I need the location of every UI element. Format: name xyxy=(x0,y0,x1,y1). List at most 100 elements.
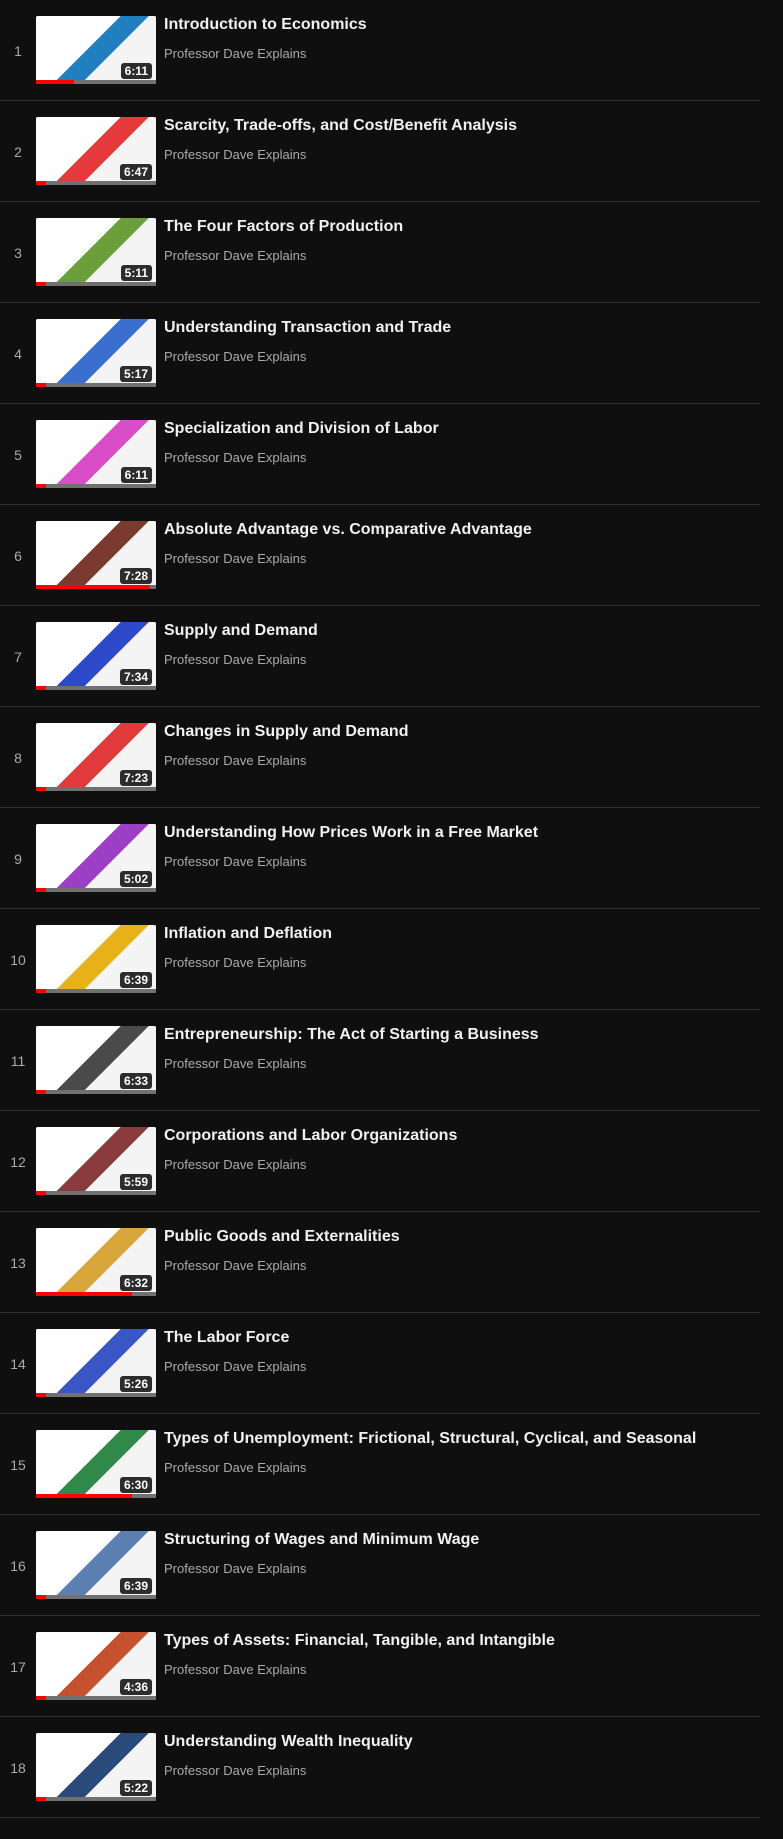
video-thumbnail[interactable]: 7:28 xyxy=(36,521,156,589)
playlist-item[interactable]: 9 5:02 Understanding How Prices Work in … xyxy=(0,808,760,909)
video-thumbnail[interactable]: 4:36 xyxy=(36,1632,156,1700)
video-thumbnail[interactable]: 6:30 xyxy=(36,1430,156,1498)
playlist-item[interactable]: 15 6:30 Types of Unemployment: Frictiona… xyxy=(0,1414,760,1515)
watch-progress-bar xyxy=(36,787,156,791)
video-title[interactable]: Scarcity, Trade-offs, and Cost/Benefit A… xyxy=(164,117,750,135)
video-title[interactable]: Supply and Demand xyxy=(164,622,750,640)
watch-progress-fill xyxy=(36,787,46,791)
playlist-item[interactable]: 11 6:33 Entrepreneurship: The Act of Sta… xyxy=(0,1010,760,1111)
playlist-item[interactable]: 8 7:23 Changes in Supply and Demand Prof… xyxy=(0,707,760,808)
video-thumbnail[interactable]: 5:02 xyxy=(36,824,156,892)
item-index: 12 xyxy=(10,1153,26,1170)
item-index: 2 xyxy=(14,143,22,160)
video-thumbnail[interactable]: 5:26 xyxy=(36,1329,156,1397)
watch-progress-fill xyxy=(36,1696,46,1700)
video-title[interactable]: Absolute Advantage vs. Comparative Advan… xyxy=(164,521,750,539)
duration-badge: 4:36 xyxy=(119,1679,152,1695)
playlist-item[interactable]: 14 5:26 The Labor Force Professor Dave E… xyxy=(0,1313,760,1414)
playlist-list: 1 6:11 Introduction to Economics Profess… xyxy=(0,0,783,1818)
channel-name[interactable]: Professor Dave Explains xyxy=(164,652,306,667)
video-title[interactable]: Entrepreneurship: The Act of Starting a … xyxy=(164,1026,750,1044)
playlist-item[interactable]: 17 4:36 Types of Assets: Financial, Tang… xyxy=(0,1616,760,1717)
channel-name[interactable]: Professor Dave Explains xyxy=(164,551,306,566)
video-thumbnail[interactable]: 7:23 xyxy=(36,723,156,791)
duration-badge: 5:26 xyxy=(119,1376,152,1392)
watch-progress-fill xyxy=(36,181,46,185)
channel-name[interactable]: Professor Dave Explains xyxy=(164,1662,306,1677)
duration-badge: 5:11 xyxy=(120,265,152,281)
channel-name[interactable]: Professor Dave Explains xyxy=(164,1157,306,1172)
video-title[interactable]: Corporations and Labor Organizations xyxy=(164,1127,750,1145)
playlist-item[interactable]: 1 6:11 Introduction to Economics Profess… xyxy=(0,0,760,101)
video-title[interactable]: Specialization and Division of Labor xyxy=(164,420,750,438)
watch-progress-bar xyxy=(36,181,156,185)
watch-progress-bar xyxy=(36,484,156,488)
playlist-item[interactable]: 13 6:32 Public Goods and Externalities P… xyxy=(0,1212,760,1313)
video-title[interactable]: Understanding Wealth Inequality xyxy=(164,1733,750,1751)
video-thumbnail[interactable]: 7:34 xyxy=(36,622,156,690)
channel-name[interactable]: Professor Dave Explains xyxy=(164,1258,306,1273)
duration-badge: 6:11 xyxy=(120,63,152,79)
video-thumbnail[interactable]: 6:39 xyxy=(36,1531,156,1599)
video-thumbnail[interactable]: 5:59 xyxy=(36,1127,156,1195)
video-thumbnail[interactable]: 6:11 xyxy=(36,16,156,84)
playlist-item[interactable]: 18 5:22 Understanding Wealth Inequality … xyxy=(0,1717,760,1818)
video-title[interactable]: Types of Assets: Financial, Tangible, an… xyxy=(164,1632,750,1650)
duration-badge: 6:30 xyxy=(119,1477,152,1493)
watch-progress-fill xyxy=(36,282,46,286)
playlist-item[interactable]: 6 7:28 Absolute Advantage vs. Comparativ… xyxy=(0,505,760,606)
watch-progress-fill xyxy=(36,888,46,892)
video-thumbnail[interactable]: 6:39 xyxy=(36,925,156,993)
watch-progress-fill xyxy=(36,1191,46,1195)
channel-name[interactable]: Professor Dave Explains xyxy=(164,46,306,61)
playlist-item[interactable]: 5 6:11 Specialization and Division of La… xyxy=(0,404,760,505)
watch-progress-bar xyxy=(36,989,156,993)
channel-name[interactable]: Professor Dave Explains xyxy=(164,1359,306,1374)
video-title[interactable]: Understanding Transaction and Trade xyxy=(164,319,750,337)
watch-progress-bar xyxy=(36,888,156,892)
duration-badge: 6:39 xyxy=(119,972,152,988)
video-thumbnail[interactable]: 6:33 xyxy=(36,1026,156,1094)
video-thumbnail[interactable]: 5:17 xyxy=(36,319,156,387)
duration-badge: 6:32 xyxy=(119,1275,152,1291)
channel-name[interactable]: Professor Dave Explains xyxy=(164,450,306,465)
video-title[interactable]: Types of Unemployment: Frictional, Struc… xyxy=(164,1430,750,1448)
video-title[interactable]: Structuring of Wages and Minimum Wage xyxy=(164,1531,750,1549)
channel-name[interactable]: Professor Dave Explains xyxy=(164,1763,306,1778)
channel-name[interactable]: Professor Dave Explains xyxy=(164,1561,306,1576)
video-title[interactable]: Introduction to Economics xyxy=(164,16,750,34)
video-thumbnail[interactable]: 6:32 xyxy=(36,1228,156,1296)
video-title[interactable]: Public Goods and Externalities xyxy=(164,1228,750,1246)
item-index: 17 xyxy=(10,1658,26,1675)
channel-name[interactable]: Professor Dave Explains xyxy=(164,854,306,869)
channel-name[interactable]: Professor Dave Explains xyxy=(164,349,306,364)
playlist-item[interactable]: 4 5:17 Understanding Transaction and Tra… xyxy=(0,303,760,404)
playlist-item[interactable]: 12 5:59 Corporations and Labor Organizat… xyxy=(0,1111,760,1212)
channel-name[interactable]: Professor Dave Explains xyxy=(164,1460,306,1475)
video-title[interactable]: The Four Factors of Production xyxy=(164,218,750,236)
playlist-item[interactable]: 2 6:47 Scarcity, Trade-offs, and Cost/Be… xyxy=(0,101,760,202)
item-index: 7 xyxy=(14,648,22,665)
channel-name[interactable]: Professor Dave Explains xyxy=(164,147,306,162)
watch-progress-bar xyxy=(36,686,156,690)
playlist-item[interactable]: 7 7:34 Supply and Demand Professor Dave … xyxy=(0,606,760,707)
channel-name[interactable]: Professor Dave Explains xyxy=(164,248,306,263)
video-thumbnail[interactable]: 5:11 xyxy=(36,218,156,286)
video-thumbnail[interactable]: 6:47 xyxy=(36,117,156,185)
watch-progress-bar xyxy=(36,282,156,286)
watch-progress-fill xyxy=(36,989,46,993)
playlist-item[interactable]: 3 5:11 The Four Factors of Production Pr… xyxy=(0,202,760,303)
channel-name[interactable]: Professor Dave Explains xyxy=(164,955,306,970)
watch-progress-fill xyxy=(36,383,46,387)
item-index: 10 xyxy=(10,951,26,968)
video-title[interactable]: Inflation and Deflation xyxy=(164,925,750,943)
channel-name[interactable]: Professor Dave Explains xyxy=(164,1056,306,1071)
video-thumbnail[interactable]: 6:11 xyxy=(36,420,156,488)
playlist-item[interactable]: 16 6:39 Structuring of Wages and Minimum… xyxy=(0,1515,760,1616)
video-title[interactable]: The Labor Force xyxy=(164,1329,750,1347)
video-thumbnail[interactable]: 5:22 xyxy=(36,1733,156,1801)
playlist-item[interactable]: 10 6:39 Inflation and Deflation Professo… xyxy=(0,909,760,1010)
video-title[interactable]: Changes in Supply and Demand xyxy=(164,723,750,741)
video-title[interactable]: Understanding How Prices Work in a Free … xyxy=(164,824,750,842)
channel-name[interactable]: Professor Dave Explains xyxy=(164,753,306,768)
